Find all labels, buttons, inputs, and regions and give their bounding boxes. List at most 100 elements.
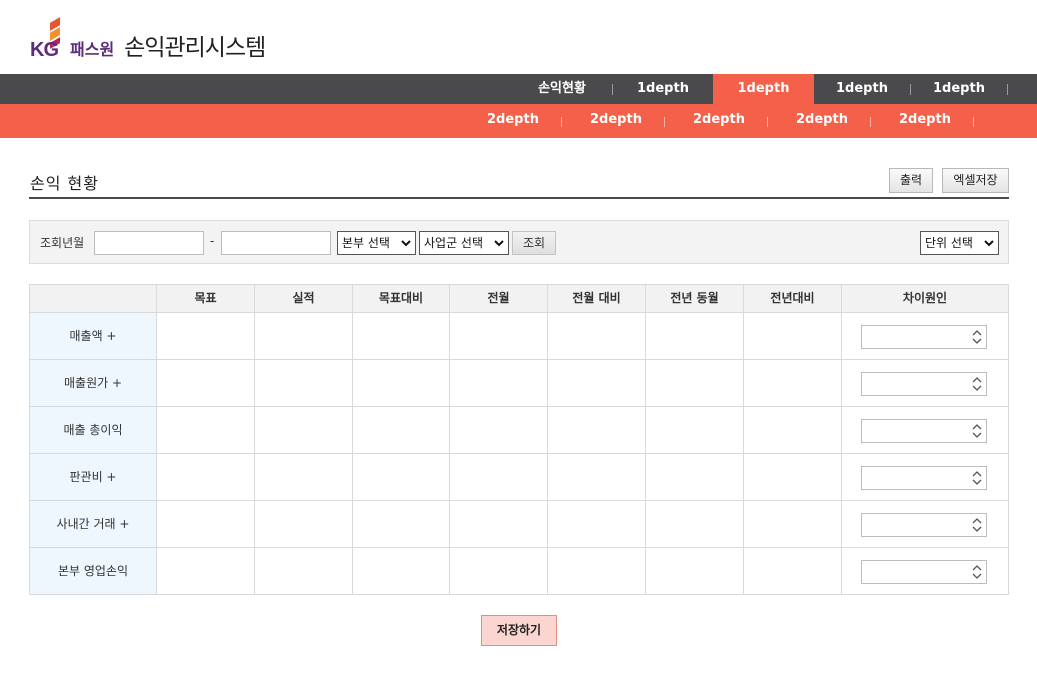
nav2-item-3[interactable]: 2depth xyxy=(669,104,769,138)
table-cell xyxy=(157,454,255,501)
hq-select[interactable]: 본부 선택 xyxy=(337,231,416,255)
diff-reason-spinner[interactable] xyxy=(861,466,987,490)
save-button[interactable]: 저장하기 xyxy=(481,615,557,646)
profit-table: 목표 실적 목표대비 전월 전월 대비 전년 동월 전년대비 차이원인 매출액 … xyxy=(29,284,1009,595)
nav2-item-5[interactable]: 2depth xyxy=(875,104,975,138)
nav-primary: 손익현황 1depth 1depth 1depth 1depth xyxy=(0,74,1037,104)
business-group-select-value: 사업군 선택 xyxy=(424,236,484,250)
table-cell xyxy=(450,501,548,548)
unit-select[interactable]: 단위 선택 xyxy=(920,231,999,255)
period-from-input[interactable] xyxy=(94,231,204,255)
table-cell xyxy=(450,548,548,594)
spinner-arrows-icon[interactable] xyxy=(970,516,984,534)
table-cell xyxy=(255,407,353,454)
row-label-cost-of-sales[interactable]: 매출원가 + xyxy=(30,360,157,407)
table-cell xyxy=(450,454,548,501)
table-cell xyxy=(450,407,548,454)
table-header-diff-reason: 차이원인 xyxy=(842,285,1008,313)
diff-reason-spinner[interactable] xyxy=(861,560,987,584)
table-header-vs-prev-year: 전년대비 xyxy=(744,285,842,313)
table-cell xyxy=(744,548,842,594)
table-cell xyxy=(744,407,842,454)
table-cell xyxy=(842,407,1008,454)
nav1-item-4[interactable]: 1depth xyxy=(814,74,910,104)
table-header-vs-prev-month: 전월 대비 xyxy=(548,285,646,313)
table-cell xyxy=(646,501,744,548)
business-group-select[interactable]: 사업군 선택 xyxy=(419,231,509,255)
nav2-divider xyxy=(767,117,768,127)
table-cell xyxy=(255,360,353,407)
search-button[interactable]: 조회 xyxy=(512,231,556,255)
table-cell xyxy=(646,360,744,407)
period-dash: - xyxy=(210,234,215,248)
table-cell xyxy=(353,313,450,360)
logo-company: 패스원 xyxy=(70,42,115,59)
table-header-prev-year-month: 전년 동월 xyxy=(646,285,744,313)
header: KG 패스원 손익관리시스템 xyxy=(0,0,1037,74)
row-label-intercompany[interactable]: 사내간 거래 + xyxy=(30,501,157,548)
table-cell xyxy=(255,454,353,501)
period-label: 조회년월 xyxy=(40,236,85,250)
table-header-blank xyxy=(30,285,157,313)
diff-reason-spinner[interactable] xyxy=(861,372,987,396)
period-to-input[interactable] xyxy=(221,231,331,255)
nav2-divider xyxy=(973,117,974,127)
search-panel: 조회년월 - 본부 선택 사업군 선택 조회 단위 선택 xyxy=(29,220,1009,264)
table-cell xyxy=(353,360,450,407)
row-label-sga[interactable]: 판관비 + xyxy=(30,454,157,501)
nav2-item-4[interactable]: 2depth xyxy=(772,104,872,138)
table-cell xyxy=(744,360,842,407)
spinner-arrows-icon[interactable] xyxy=(970,563,984,581)
nav2-divider xyxy=(561,117,562,127)
table-cell xyxy=(548,501,646,548)
nav2-item-2[interactable]: 2depth xyxy=(566,104,666,138)
table-cell xyxy=(255,313,353,360)
table-cell xyxy=(744,501,842,548)
spinner-arrows-icon[interactable] xyxy=(970,328,984,346)
row-label-operating-profit: 본부 영업손익 xyxy=(30,548,157,594)
table-cell xyxy=(157,313,255,360)
nav2-item-1[interactable]: 2depth xyxy=(463,104,563,138)
diff-reason-spinner[interactable] xyxy=(861,419,987,443)
nav1-item-profit-status[interactable]: 손익현황 xyxy=(512,74,612,104)
nav2-divider xyxy=(664,117,665,127)
table-cell xyxy=(157,548,255,594)
table-cell xyxy=(842,360,1008,407)
system-title: 손익관리시스템 xyxy=(124,35,266,61)
table-cell xyxy=(450,313,548,360)
nav-secondary: 2depth 2depth 2depth 2depth 2depth xyxy=(0,104,1037,138)
diff-reason-spinner[interactable] xyxy=(861,325,987,349)
chevron-down-icon xyxy=(401,240,411,247)
table-cell xyxy=(548,454,646,501)
print-button[interactable]: 출력 xyxy=(889,168,933,193)
table-cell xyxy=(157,501,255,548)
excel-save-button[interactable]: 엑셀저장 xyxy=(942,168,1009,193)
table-cell xyxy=(842,548,1008,594)
spinner-arrows-icon[interactable] xyxy=(970,422,984,440)
spinner-arrows-icon[interactable] xyxy=(970,375,984,393)
logo[interactable]: KG 패스원 손익관리시스템 xyxy=(30,16,266,64)
table-header-actual: 실적 xyxy=(255,285,353,313)
nav1-divider xyxy=(1007,84,1008,95)
chevron-down-icon xyxy=(984,240,994,247)
table-cell xyxy=(548,407,646,454)
table-cell xyxy=(548,313,646,360)
diff-reason-spinner[interactable] xyxy=(861,513,987,537)
table-cell xyxy=(646,313,744,360)
nav1-item-3-active[interactable]: 1depth xyxy=(713,74,814,104)
unit-select-value: 단위 선택 xyxy=(925,236,973,250)
table-cell xyxy=(255,501,353,548)
table-cell xyxy=(646,454,744,501)
row-label-sales[interactable]: 매출액 + xyxy=(30,313,157,360)
table-cell xyxy=(842,454,1008,501)
nav2-divider xyxy=(870,117,871,127)
nav1-item-5[interactable]: 1depth xyxy=(911,74,1007,104)
spinner-arrows-icon[interactable] xyxy=(970,469,984,487)
table-header-vs-target: 목표대비 xyxy=(353,285,450,313)
table-cell xyxy=(353,407,450,454)
table-cell xyxy=(353,548,450,594)
nav1-item-2[interactable]: 1depth xyxy=(613,74,713,104)
row-label-gross-profit: 매출 총이익 xyxy=(30,407,157,454)
table-cell xyxy=(353,501,450,548)
table-cell xyxy=(744,313,842,360)
